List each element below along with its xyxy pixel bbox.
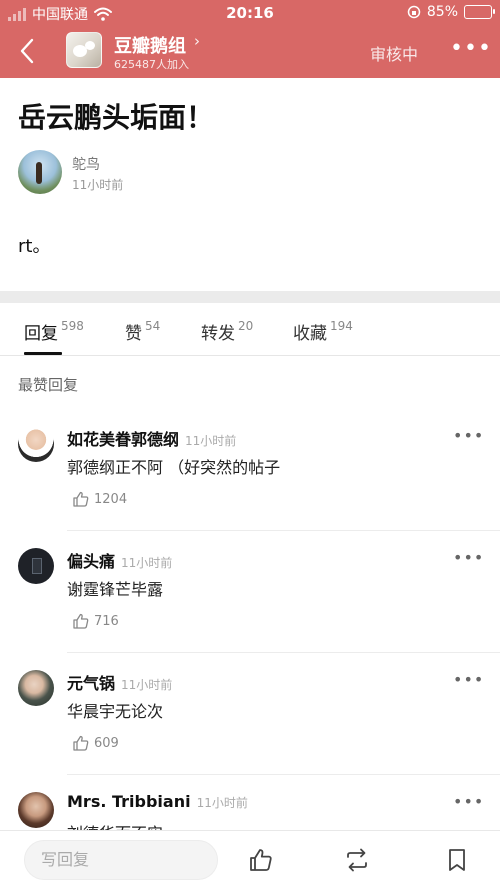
- nav-bar: 豆瓣鹅组 › 625487人加入 审核中 •••: [0, 26, 500, 78]
- orientation-lock-icon: [407, 5, 421, 19]
- comment-more-icon[interactable]: •••: [453, 670, 484, 689]
- like-button[interactable]: 1204: [72, 490, 127, 508]
- comment-text: 谢霆锋芒毕露: [67, 580, 164, 599]
- thumbs-up-icon: [73, 735, 89, 751]
- battery-icon: [464, 5, 495, 19]
- tab-count: 598: [61, 319, 84, 333]
- post-title: 岳云鹏头垢面！: [18, 101, 215, 134]
- tab-replies[interactable]: 回复 598: [24, 319, 84, 344]
- review-status-label: 审核中: [370, 45, 419, 64]
- status-bar: 中国联通 20:16 85%: [0, 0, 500, 26]
- comment-item: 偏头痛 11小时前 谢霆锋芒毕露 716 •••: [0, 548, 500, 670]
- comment-text: 华晨宇无论次: [67, 702, 164, 721]
- tab-likes[interactable]: 赞 54: [125, 319, 160, 344]
- commenter-name[interactable]: 如花美眷郭德纲 11小时前: [67, 426, 236, 450]
- tab-label: 收藏: [293, 324, 327, 344]
- app-header: 中国联通 20:16 85% 豆瓣鹅组 › 625487人加入 审核中 •••: [0, 0, 500, 78]
- thumbs-up-icon: [73, 491, 89, 507]
- comment-more-icon[interactable]: •••: [453, 548, 484, 567]
- comment-time: 11小时前: [185, 434, 237, 448]
- commenter-avatar[interactable]: [18, 670, 54, 706]
- group-member-count: 625487人加入: [114, 58, 189, 71]
- commenter-name-text: 偏头痛: [67, 552, 116, 571]
- like-count: 716: [94, 613, 119, 629]
- tab-label: 赞: [125, 324, 142, 344]
- tab-label: 回复: [24, 324, 58, 344]
- comment-time: 11小时前: [121, 678, 173, 692]
- group-avatar[interactable]: [66, 32, 102, 68]
- active-tab-indicator: [24, 352, 62, 355]
- top-replies-label: 最赞回复: [18, 376, 79, 394]
- battery-percent: 85%: [426, 4, 458, 20]
- tab-reshares[interactable]: 转发 20: [201, 319, 253, 344]
- commenter-name-text: Mrs. Tribbiani: [67, 792, 191, 811]
- author-avatar[interactable]: [18, 150, 62, 194]
- section-divider: [0, 291, 500, 303]
- comment-time: 11小时前: [196, 796, 248, 810]
- thumbs-up-icon[interactable]: [248, 847, 274, 873]
- tab-count: 20: [238, 319, 254, 333]
- reshare-icon[interactable]: [344, 847, 370, 873]
- commenter-name[interactable]: 元气锅 11小时前: [67, 670, 172, 694]
- commenter-name[interactable]: Mrs. Tribbiani 11小时前: [67, 792, 248, 811]
- tab-collections[interactable]: 收藏 194: [293, 319, 353, 344]
- chevron-right-icon[interactable]: ›: [194, 32, 200, 50]
- back-arrow-icon[interactable]: [14, 36, 42, 66]
- status-right: 85%: [407, 4, 495, 20]
- bottom-action-bar: 写回复: [0, 830, 500, 888]
- comment-more-icon[interactable]: •••: [453, 426, 484, 445]
- tab-count: 194: [330, 319, 353, 333]
- commenter-avatar[interactable]: [18, 426, 54, 462]
- like-count: 609: [94, 735, 119, 751]
- group-name[interactable]: 豆瓣鹅组: [114, 32, 186, 58]
- commenter-name[interactable]: 偏头痛 11小时前: [67, 548, 172, 572]
- comment-item: 如花美眷郭德纲 11小时前 郭德纲正不阿 （好突然的帖子 1204 •••: [0, 426, 500, 548]
- comment-divider: [67, 774, 500, 775]
- commenter-avatar[interactable]: [18, 792, 54, 828]
- like-button[interactable]: 716: [72, 612, 119, 630]
- bookmark-icon[interactable]: [444, 847, 470, 873]
- comment-divider: [67, 652, 500, 653]
- post-body: rt。: [18, 236, 51, 257]
- tab-count: 54: [145, 319, 161, 333]
- thumbs-up-icon: [73, 613, 89, 629]
- comment-divider: [67, 530, 500, 531]
- comment-more-icon[interactable]: •••: [453, 792, 484, 811]
- comment-text: 郭德纲正不阿 （好突然的帖子: [67, 458, 281, 477]
- comment-item: 元气锅 11小时前 华晨宇无论次 609 •••: [0, 670, 500, 792]
- more-options-icon[interactable]: •••: [450, 38, 492, 60]
- comment-time: 11小时前: [121, 556, 173, 570]
- tab-label: 转发: [201, 324, 235, 344]
- post-time: 11小时前: [72, 178, 124, 192]
- reply-input[interactable]: 写回复: [24, 840, 218, 880]
- like-button[interactable]: 609: [72, 734, 119, 752]
- author-name[interactable]: 鸵鸟: [72, 154, 100, 174]
- like-count: 1204: [94, 491, 128, 507]
- post-tabs: 回复 598 赞 54 转发 20 收藏 194: [0, 303, 500, 356]
- commenter-name-text: 元气锅: [67, 674, 116, 693]
- commenter-avatar[interactable]: [18, 548, 54, 584]
- commenter-name-text: 如花美眷郭德纲: [67, 430, 180, 449]
